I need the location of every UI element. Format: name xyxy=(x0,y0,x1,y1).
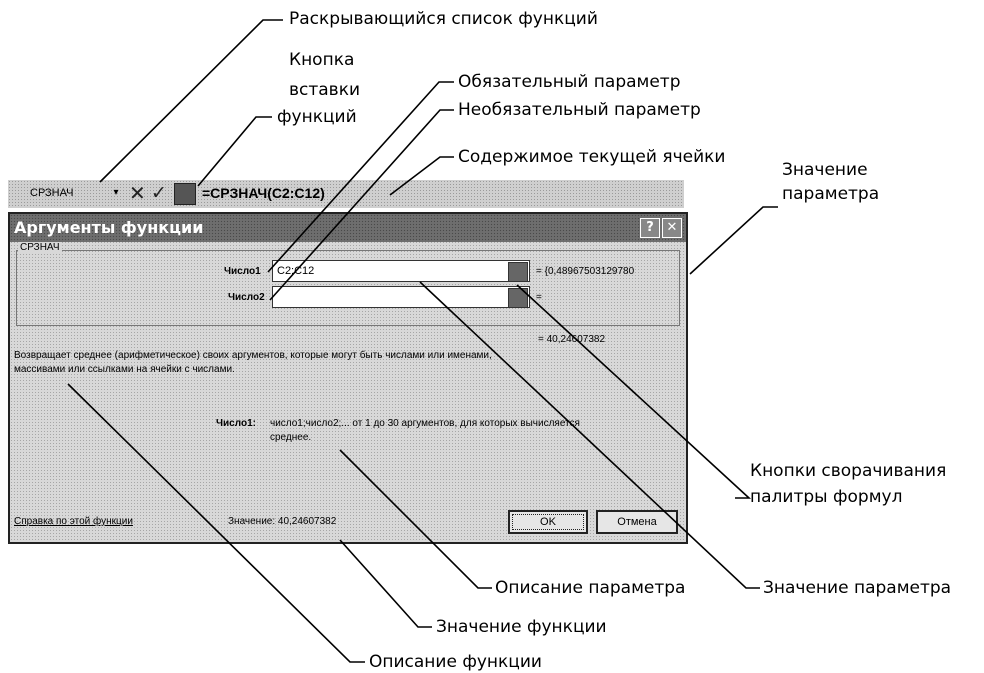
help-link[interactable]: Справка по этой функции xyxy=(14,516,133,527)
arg1-input[interactable]: C2:C12 xyxy=(272,260,530,282)
cancel-button[interactable]: Отмена xyxy=(596,510,678,534)
insert-function-button[interactable] xyxy=(174,183,196,205)
formula-bar: СРЗНАЧ ▾ ✕ ✓ =СРЗНАЧ(C2:C12) xyxy=(8,180,684,208)
ok-button[interactable]: OK xyxy=(508,510,588,534)
arg1-label: Число1 xyxy=(224,266,261,277)
collapse-arg1-icon[interactable] xyxy=(508,262,528,282)
checkmark-icon[interactable]: ✓ xyxy=(151,181,167,205)
annotation-function-value: Значение функции xyxy=(436,617,607,637)
annotation-collapse-buttons-1: Кнопки сворачивания xyxy=(750,461,947,481)
dialog-titlebar: Аргументы функции ? ✕ xyxy=(10,214,686,242)
annotation-collapse-buttons-2: палитры формул xyxy=(750,487,903,507)
arg2-result: = xyxy=(536,292,542,303)
function-description-2: массивами или ссылками на ячейки с числа… xyxy=(14,364,235,375)
leader-param-value-top xyxy=(689,206,778,275)
collapse-arg2-icon[interactable] xyxy=(508,288,528,308)
leader-insert-button xyxy=(197,116,272,187)
help-icon[interactable]: ? xyxy=(640,218,660,238)
formula-input[interactable]: =СРЗНАЧ(C2:C12) xyxy=(202,183,325,203)
annotation-function-list: Раскрывающийся список функций xyxy=(289,9,598,29)
leader-function-list xyxy=(99,19,283,183)
function-arguments-dialog: Аргументы функции ? ✕ СРЗНАЧ Число1 C2:C… xyxy=(8,212,688,544)
group-label: СРЗНАЧ xyxy=(18,242,62,253)
annotation-optional-param: Необязательный параметр xyxy=(458,100,701,120)
annotation-insert-button-3: функций xyxy=(277,107,357,127)
annotation-function-description: Описание функции xyxy=(369,652,542,672)
param-description-1: число1;число2;... от 1 до 30 аргументов,… xyxy=(270,418,580,429)
arg2-input[interactable] xyxy=(272,286,530,308)
arg1-result: = {0,48967503129780 xyxy=(536,266,635,277)
function-description-1: Возвращает среднее (арифметическое) свои… xyxy=(14,350,492,361)
annotation-required-param: Обязательный параметр xyxy=(458,72,681,92)
dialog-title: Аргументы функции xyxy=(14,218,204,237)
formula-result: = 40,24607382 xyxy=(538,334,606,345)
leader-function-value xyxy=(339,539,432,628)
param-description-2: среднее. xyxy=(270,432,312,443)
function-value: Значение: 40,24607382 xyxy=(228,516,337,527)
arg2-label: Число2 xyxy=(228,292,265,303)
annotation-cell-contents: Содержимое текущей ячейки xyxy=(458,147,726,167)
annotation-insert-button-1: Кнопка xyxy=(289,50,355,70)
annotation-param-value-bottom: Значение параметра xyxy=(763,578,952,598)
annotation-param-value-top-2: параметра xyxy=(782,184,880,204)
annotation-param-value-top-1: Значение xyxy=(782,160,868,180)
close-icon[interactable]: ✕ xyxy=(662,218,682,238)
annotation-param-description: Описание параметра xyxy=(495,578,686,598)
chevron-down-icon[interactable]: ▾ xyxy=(108,183,124,203)
param-description-label: Число1: xyxy=(216,418,256,429)
annotation-insert-button-2: вставки xyxy=(289,80,361,100)
cancel-icon[interactable]: ✕ xyxy=(129,181,146,205)
